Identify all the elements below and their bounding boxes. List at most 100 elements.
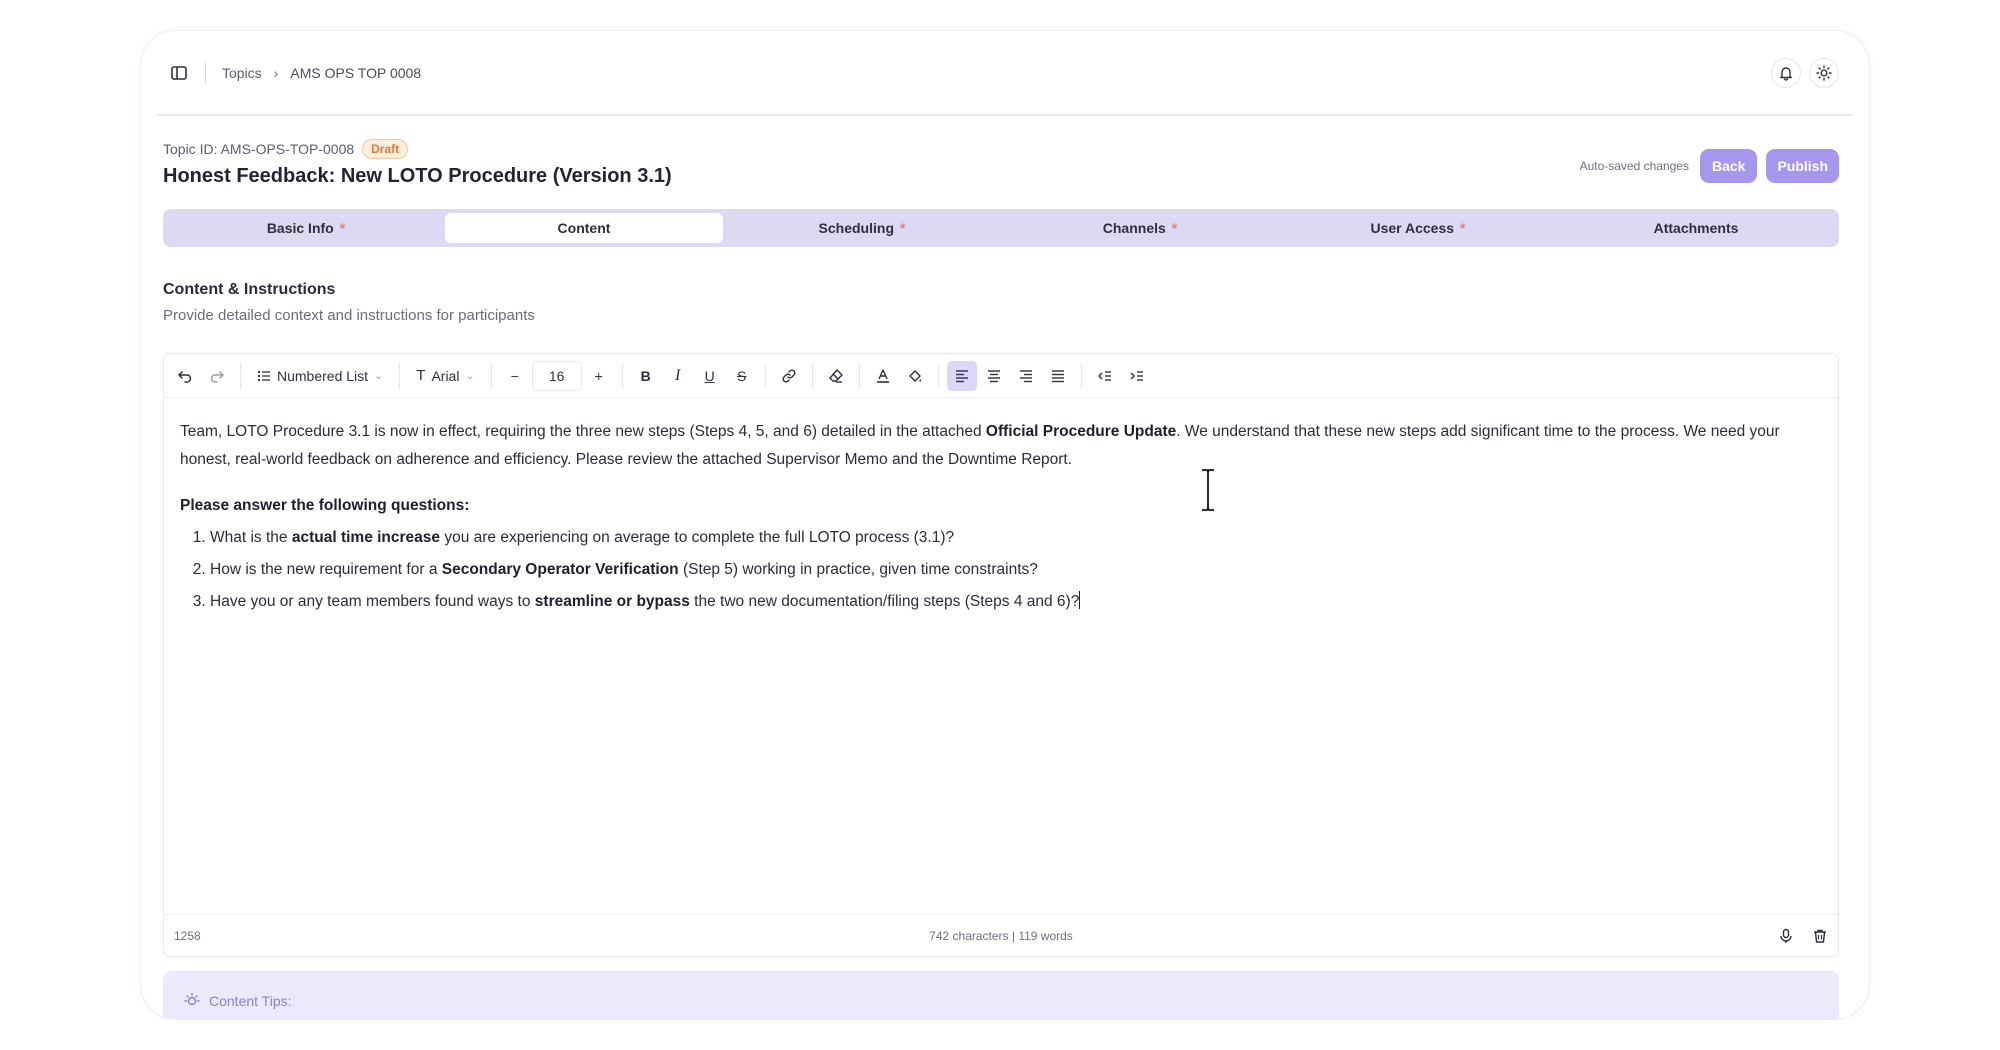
link-icon[interactable] [774, 361, 804, 391]
numbered-list-icon [258, 370, 270, 381]
tab-label: User Access [1370, 220, 1455, 236]
divider [205, 61, 206, 84]
tab-label: Scheduling [818, 220, 894, 236]
tab-content[interactable]: Content [445, 213, 723, 243]
increase-font-size-button[interactable]: + [584, 361, 614, 391]
font-icon: T [416, 367, 426, 384]
editor-content[interactable]: Team, LOTO Procedure 3.1 is now in effec… [164, 398, 1838, 640]
required-marker: * [1460, 220, 1466, 236]
sidebar-toggle-icon[interactable] [167, 61, 191, 85]
bold-text: streamline or bypass [534, 593, 690, 610]
divider [240, 362, 241, 389]
font-family-dropdown[interactable]: T Arial ⌄ [408, 361, 482, 391]
editor-footer: 1258 742 characters | 119 words [164, 914, 1838, 956]
align-left-icon[interactable] [946, 360, 977, 391]
breadcrumb-current: AMS OPS TOP 0008 [290, 64, 422, 81]
indent-icon[interactable] [1122, 361, 1152, 391]
microphone-icon[interactable] [1778, 928, 1794, 944]
align-justify-icon[interactable] [1043, 361, 1073, 391]
text-run: the two new documentation/filing steps (… [689, 593, 1080, 610]
text-run: Have you or any team members found ways … [210, 593, 535, 610]
publish-button[interactable]: Publish [1766, 149, 1839, 183]
list-item: How is the new requirement for a Seconda… [210, 556, 1822, 584]
tab-user-access[interactable]: User Access * [1279, 213, 1557, 243]
divider [490, 362, 492, 389]
questions-heading: Please answer the following questions: [180, 497, 470, 514]
app-window: Topics › AMS OPS TOP 0008 Topic ID: AMS-… [140, 30, 1870, 1020]
font-size-input[interactable] [531, 360, 582, 391]
section-subtitle: Provide detailed context and instruction… [163, 307, 535, 324]
bold-text: Secondary Operator Verification [441, 561, 679, 578]
trash-icon[interactable] [1812, 928, 1828, 944]
align-center-icon[interactable] [979, 361, 1009, 391]
text-run: you are experiencing on average to compl… [440, 529, 955, 546]
divider [937, 362, 939, 389]
tab-label: Basic Info [266, 220, 334, 236]
text-run: (Step 5) working in practice, given time… [678, 561, 1038, 578]
divider [764, 362, 766, 389]
status-badge: Draft [362, 139, 409, 159]
highlight-color-icon[interactable] [900, 361, 930, 391]
undo-icon[interactable] [170, 361, 200, 391]
character-word-count: 742 characters | 119 words [929, 928, 1073, 943]
align-right-icon[interactable] [1011, 361, 1041, 391]
bold-text: Official Procedure Update [985, 423, 1177, 440]
tab-channels[interactable]: Channels * [1001, 213, 1279, 243]
topic-id: Topic ID: AMS-OPS-TOP-0008 [163, 141, 355, 157]
section-title: Content & Instructions [163, 281, 336, 298]
content-tips-label: Content Tips: [209, 993, 292, 1009]
question-list: What is the actual time increase you are… [180, 524, 1822, 616]
lightbulb-icon [184, 992, 200, 1006]
divider [621, 362, 623, 389]
tab-basic-info[interactable]: Basic Info * [167, 213, 445, 243]
sun-icon[interactable] [1809, 57, 1839, 88]
text-run: What is the [210, 529, 292, 546]
underline-icon[interactable]: U [695, 361, 725, 391]
page-header: Topic ID: AMS-OPS-TOP-0008 Draft Honest … [163, 139, 1839, 219]
strikethrough-icon[interactable]: S [727, 361, 757, 391]
editor-toolbar: Numbered List ⌄ T Arial ⌄ − + B I U S [164, 354, 1838, 398]
text-caret [1079, 591, 1081, 609]
tab-bar: Basic Info * Content Scheduling * Channels… [163, 209, 1839, 247]
text-cursor-icon [1202, 468, 1214, 512]
tab-label: Attachments [1653, 220, 1739, 236]
tab-label: Content [557, 220, 611, 236]
outdent-icon[interactable] [1090, 361, 1120, 391]
chevron-right-icon: › [273, 64, 279, 81]
font-family-label: Arial [431, 367, 460, 384]
text-run: Team, LOTO Procedure 3.1 is now in effec… [180, 423, 986, 440]
header-actions: Auto-saved changes Back Publish [1580, 149, 1839, 183]
list-item: Have you or any team members found ways … [210, 588, 1822, 616]
top-bar: Topics › AMS OPS TOP 0008 [157, 31, 1853, 116]
redo-icon[interactable] [202, 361, 232, 391]
text-color-icon[interactable] [868, 361, 898, 391]
list-style-label: Numbered List [277, 367, 369, 384]
chevron-down-icon: ⌄ [374, 370, 384, 382]
bold-icon[interactable]: B [631, 361, 661, 391]
italic-icon[interactable]: I [663, 361, 693, 391]
remaining-count: 1258 [174, 928, 201, 943]
tab-attachments[interactable]: Attachments [1557, 213, 1835, 243]
list-style-dropdown[interactable]: Numbered List ⌄ [249, 361, 391, 391]
tab-scheduling[interactable]: Scheduling * [723, 213, 1001, 243]
breadcrumb-topics[interactable]: Topics [222, 65, 262, 81]
eraser-icon[interactable] [821, 361, 851, 391]
required-marker: * [900, 220, 906, 236]
bell-icon[interactable] [1771, 57, 1801, 88]
back-button[interactable]: Back [1699, 149, 1758, 183]
text-run: How is the new requirement for a [210, 561, 442, 578]
list-item: What is the actual time increase you are… [210, 524, 1822, 552]
intro-paragraph: Team, LOTO Procedure 3.1 is now in effec… [180, 418, 1822, 474]
rich-text-editor: Numbered List ⌄ T Arial ⌄ − + B I U S [163, 353, 1839, 957]
divider [811, 362, 813, 389]
required-marker: * [1171, 220, 1178, 236]
autosave-status: Auto-saved changes [1579, 159, 1689, 173]
divider [858, 362, 860, 389]
divider [1080, 362, 1082, 389]
decrease-font-size-button[interactable]: − [500, 361, 530, 391]
content-tips-panel[interactable]: Content Tips: [163, 971, 1839, 1019]
required-marker: * [339, 220, 346, 236]
chevron-down-icon: ⌄ [465, 370, 475, 382]
tab-label: Channels [1102, 220, 1166, 236]
content-section-header: Content & Instructions Provide detailed … [163, 281, 535, 324]
